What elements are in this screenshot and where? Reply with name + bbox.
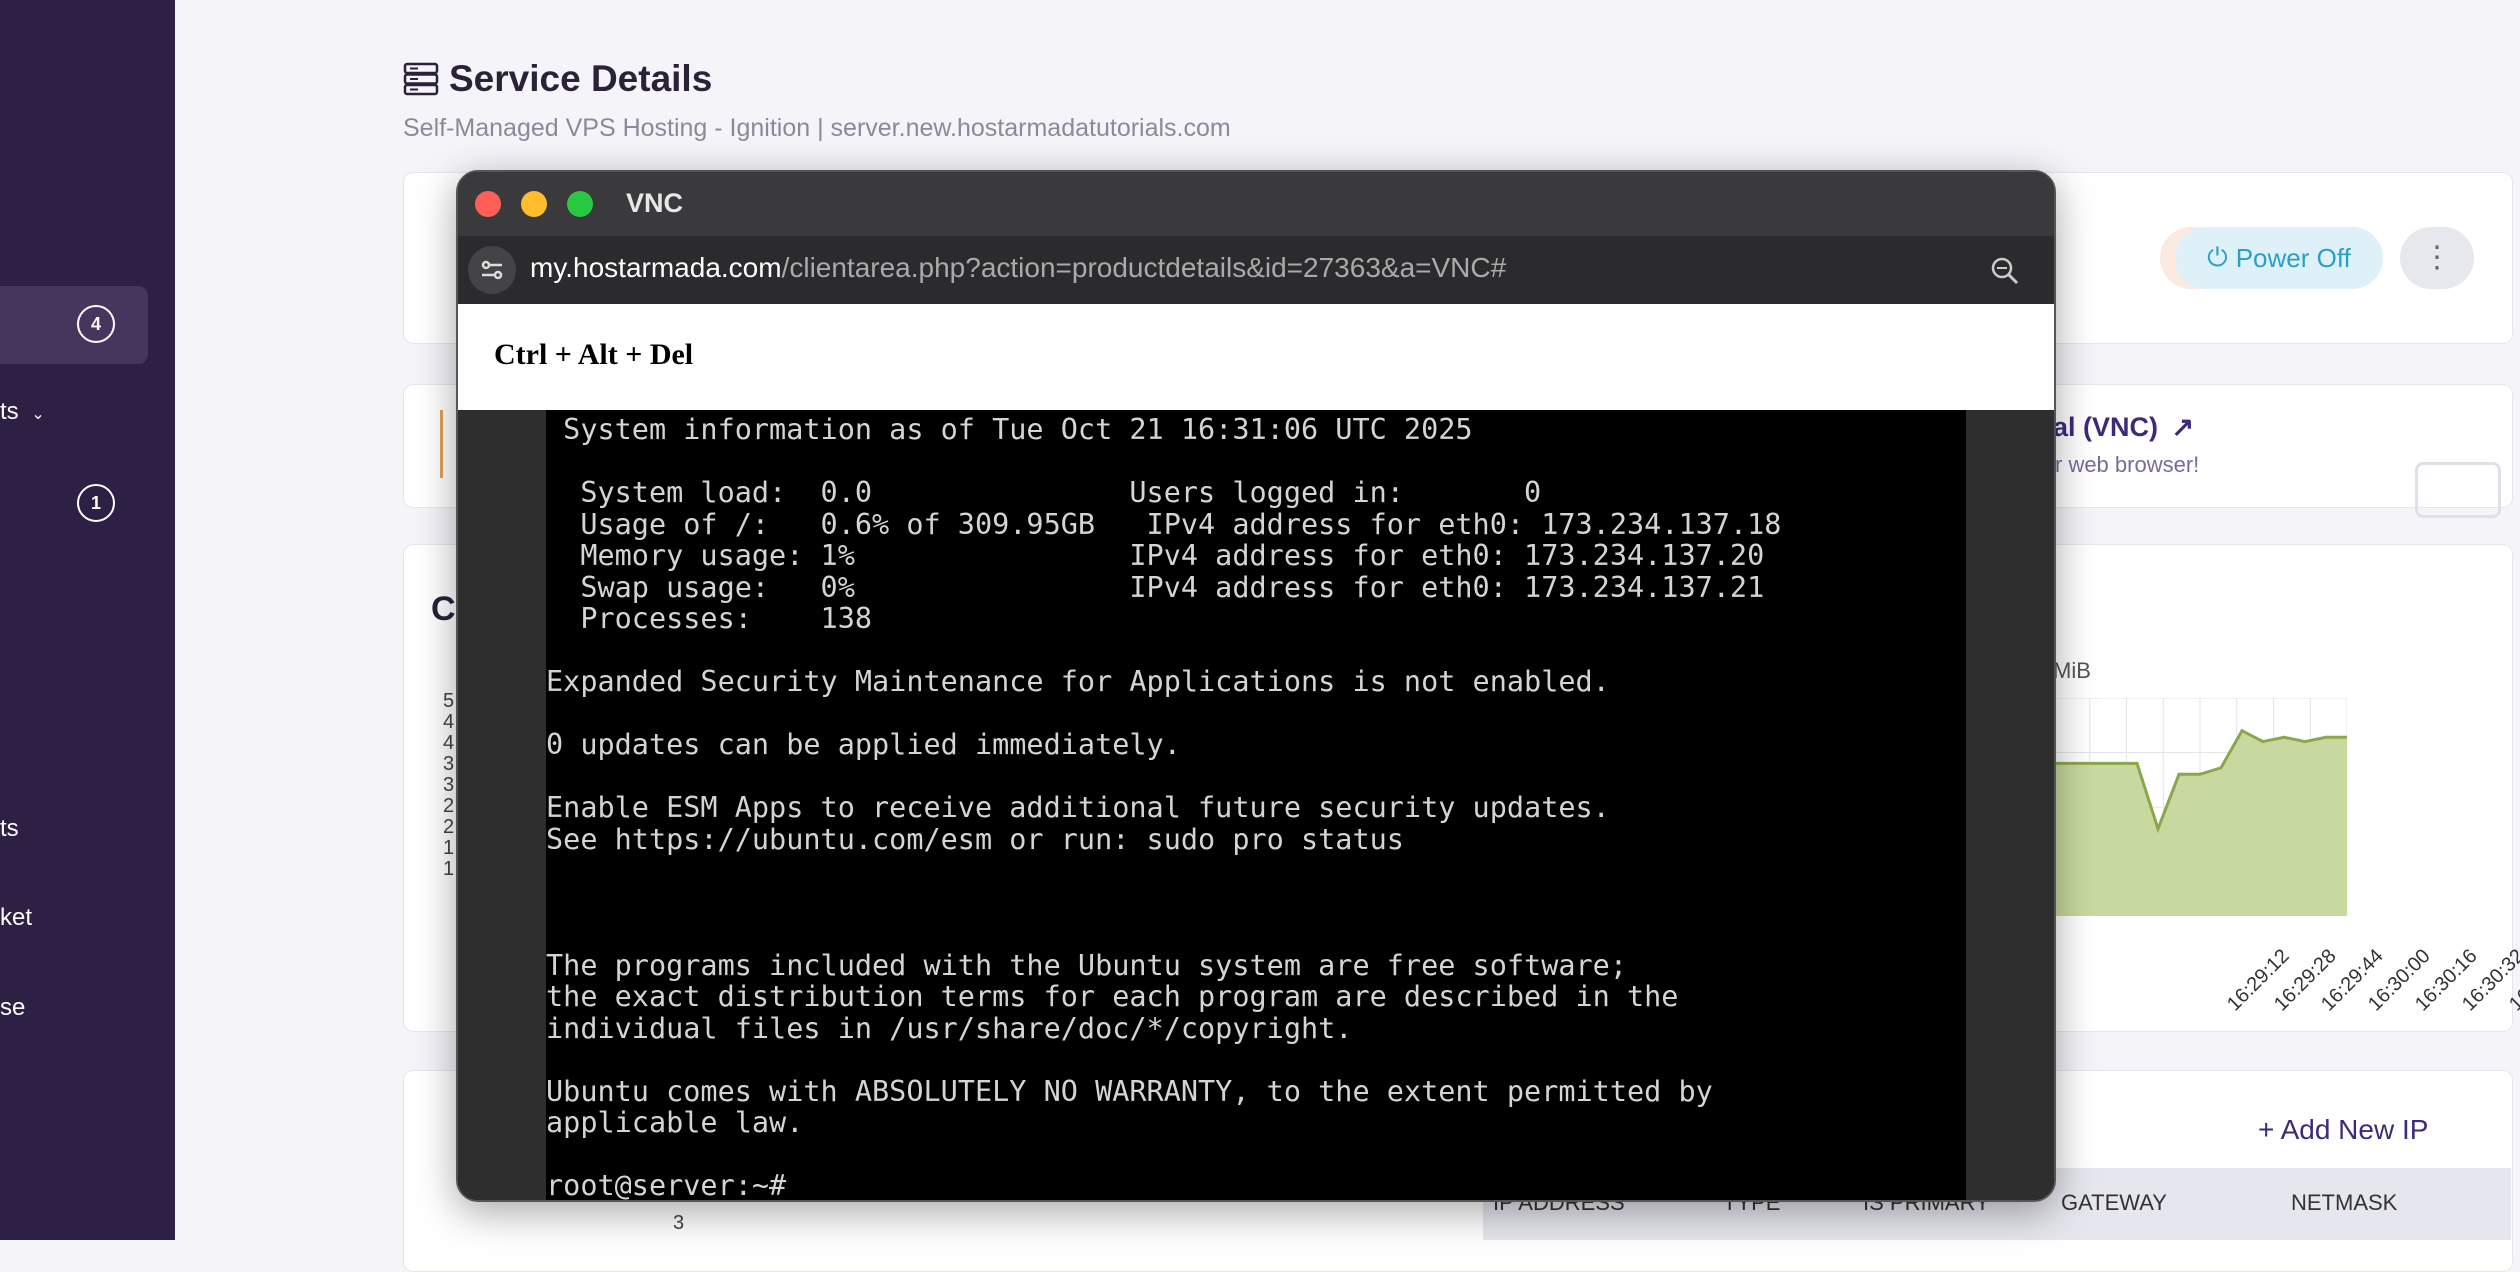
url-host: my.hostarmada.com <box>530 252 782 283</box>
zoom-icon[interactable] <box>1990 256 2020 286</box>
terminal-line: System load: 0.0 Users logged in: 0 <box>546 476 1542 509</box>
chart-point <box>2324 735 2328 739</box>
url-text[interactable]: my.hostarmada.com/clientarea.php?action=… <box>530 252 1506 284</box>
chart-point <box>2219 766 2223 770</box>
chart-y-tick: 4 <box>443 711 455 733</box>
terminal-line: 0 updates can be applied immediately. <box>546 728 1181 761</box>
power-off-button[interactable]: ⏻ Power Off <box>2175 227 2383 289</box>
chart-point <box>2261 740 2265 744</box>
chart-y-tick: 3 <box>673 1212 685 1234</box>
vnc-window[interactable]: VNC my.hostarmada.com/clientarea.php?act… <box>456 170 2056 1202</box>
chart-point <box>2303 740 2307 744</box>
monitor-icon <box>2415 462 2501 518</box>
sidebar-badge-count: 4 <box>77 305 115 343</box>
chevron-down-icon: ⌄ <box>31 406 45 423</box>
chart-y-tick: 2 <box>443 816 455 838</box>
server-icon <box>403 62 439 96</box>
terminal-line: See https://ubuntu.com/esm or run: sudo … <box>546 822 1404 856</box>
terminal-line: Expanded Security Maintenance for Applic… <box>546 665 1610 698</box>
add-new-ip-button[interactable]: + Add New IP <box>2258 1114 2428 1146</box>
ip-header-netmask: NETMASK <box>2291 1190 2398 1215</box>
sidebar: 4 ts ⌄ 1 ts ket se <box>0 0 175 1240</box>
chart-point <box>2093 761 2097 765</box>
page-title: Service Details <box>449 58 713 99</box>
sidebar-item-label[interactable]: ts <box>0 815 19 843</box>
page-header: Service Details <box>403 58 712 100</box>
terminal-line: Enable ESM Apps to receive additional fu… <box>546 791 1610 824</box>
card-accent-bar <box>440 410 443 478</box>
close-window-button[interactable] <box>475 191 501 217</box>
chart-point <box>2177 772 2181 776</box>
sidebar-item-active[interactable] <box>0 286 148 364</box>
power-icon: ⏻ <box>2207 242 2228 272</box>
terminal-line: The programs included with the Ubuntu sy… <box>546 948 1627 982</box>
terminal-line: Processes: 138 <box>546 602 873 635</box>
terminal-line: applicable law. <box>546 1106 804 1139</box>
sidebar-badge-count: 1 <box>77 484 115 522</box>
terminal-line: individual files in /usr/share/doc/*/cop… <box>546 1011 1353 1045</box>
chart-point <box>2135 761 2139 765</box>
ip-header-gateway: GATEWAY <box>2061 1190 2167 1215</box>
window-titlebar[interactable]: VNC <box>458 172 2054 236</box>
more-options-button[interactable]: ⋮ <box>2400 227 2474 289</box>
chart-y-tick: 5 <box>443 690 455 712</box>
chart-unit-label: MiB <box>2053 658 2091 683</box>
terminal-output[interactable]: System information as of Tue Oct 21 16:3… <box>546 410 1966 1200</box>
chart-y-tick: 3 <box>443 753 455 775</box>
chart-y-tick: 1 <box>443 858 455 880</box>
chart-card-title: C <box>431 590 456 628</box>
page-subtitle: Self-Managed VPS Hosting - Ignition | se… <box>403 114 1231 142</box>
site-settings-icon[interactable] <box>468 246 516 294</box>
vnc-screen: System information as of Tue Oct 21 16:3… <box>458 410 2054 1200</box>
memory-usage-chart <box>2053 698 2347 916</box>
sidebar-item-label[interactable]: ts ⌄ <box>0 398 45 426</box>
window-title: VNC <box>626 188 684 218</box>
chart-y-tick: 1 <box>443 837 455 859</box>
terminal-line: Memory usage: 1% IPv4 address for eth0: … <box>546 539 1765 572</box>
terminal-line: Ubuntu comes with ABSOLUTELY NO WARRANTY… <box>546 1074 1713 1108</box>
chart-y-tick: 2 <box>443 795 455 817</box>
address-bar[interactable]: my.hostarmada.com/clientarea.php?action=… <box>458 236 2054 304</box>
terminal-line: Swap usage: 0% IPv4 address for eth0: 17… <box>546 570 1765 604</box>
url-path: /clientarea.php?action=productdetails&id… <box>781 252 1507 283</box>
chart-point <box>2114 761 2118 765</box>
chart-point <box>2240 729 2244 733</box>
ctrl-alt-del-button[interactable]: Ctrl + Alt + Del <box>494 338 693 372</box>
sidebar-item-label[interactable]: ket <box>0 904 32 932</box>
chart-y-tick: 3 <box>443 774 455 796</box>
vnc-console-link[interactable]: al (VNC) ↗ <box>2053 412 2194 443</box>
maximize-window-button[interactable] <box>567 191 593 217</box>
terminal-line: System information as of Tue Oct 21 16:3… <box>546 413 1473 446</box>
sidebar-item-label[interactable]: se <box>0 994 25 1022</box>
terminal-line: root@server:~# <box>546 1169 787 1201</box>
terminal-line: the exact distribution terms for each pr… <box>546 980 1679 1013</box>
chart-point <box>2156 827 2160 831</box>
terminal-line: Usage of /: 0.6% of 309.95GB IPv4 addres… <box>546 507 1782 541</box>
chart-y-tick: 4 <box>443 732 455 754</box>
chart-point <box>2198 772 2202 776</box>
external-link-icon: ↗ <box>2171 412 2195 442</box>
vnc-toolbar: Ctrl + Alt + Del <box>458 304 2054 410</box>
kebab-menu-icon: ⋮ <box>2422 241 2452 274</box>
chart-point <box>2072 761 2076 765</box>
chart-point <box>2282 735 2286 739</box>
minimize-window-button[interactable] <box>521 191 547 217</box>
vnc-console-description: r web browser! <box>2055 452 2200 477</box>
